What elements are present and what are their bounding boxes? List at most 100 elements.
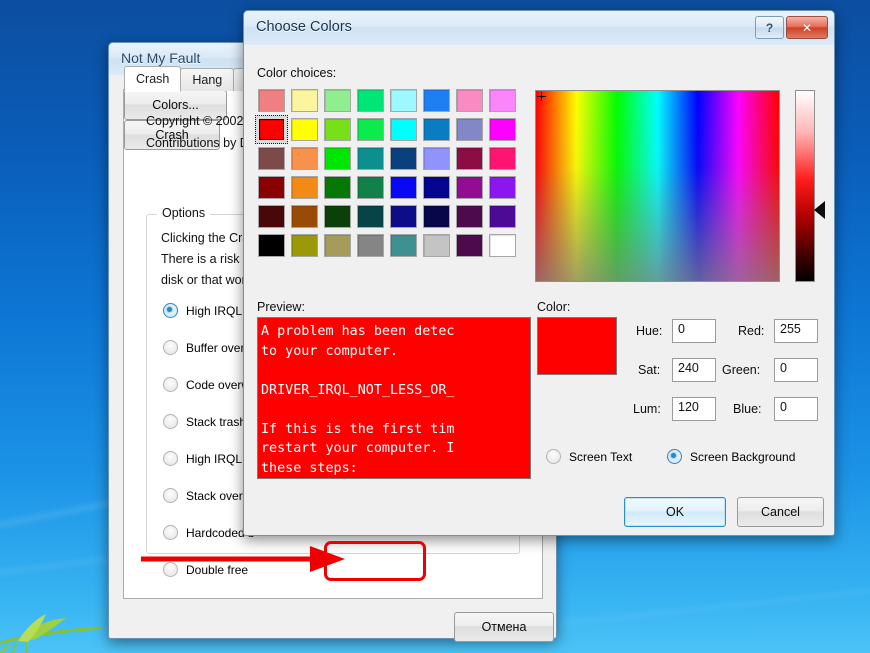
color-swatch[interactable] [420,86,453,115]
color-swatch[interactable] [486,231,519,260]
blue-input[interactable]: 0 [774,397,818,421]
color-swatch[interactable] [453,86,486,115]
radio-indicator[interactable] [163,414,178,429]
radio-indicator[interactable] [546,449,561,464]
color-swatch[interactable] [354,144,387,173]
radio-indicator[interactable] [667,449,682,464]
color-swatch[interactable] [387,144,420,173]
lum-input[interactable]: 120 [672,397,716,421]
color-swatch[interactable] [321,86,354,115]
color-swatch[interactable] [321,115,354,144]
luminance-slider[interactable] [795,90,815,282]
cancel-button-otmena[interactable]: Отмена [454,612,554,642]
color-swatch-fill [390,89,417,112]
color-swatch[interactable] [321,173,354,202]
color-swatch[interactable] [255,144,288,173]
color-swatch[interactable] [486,115,519,144]
option-stack-trash[interactable]: Stack trash [163,414,246,429]
color-swatch[interactable] [420,144,453,173]
tab-crash[interactable]: Crash [124,66,182,92]
color-swatch-fill [489,118,516,141]
color-swatch-fill [259,119,284,140]
color-swatch[interactable] [288,202,321,231]
color-swatch[interactable] [321,231,354,260]
color-swatch-fill [324,89,351,112]
color-swatch[interactable] [288,86,321,115]
color-swatch[interactable] [453,231,486,260]
color-swatch[interactable] [255,231,288,260]
color-swatch[interactable] [420,231,453,260]
color-swatch[interactable] [453,144,486,173]
color-swatch[interactable] [387,86,420,115]
lum-label: Lum: [633,402,661,416]
color-swatch[interactable] [354,173,387,202]
luminance-slider-marker[interactable] [814,201,825,219]
color-swatch[interactable] [255,202,288,231]
color-swatch[interactable] [387,231,420,260]
option-hardcoded-breakpoint[interactable]: Hardcoded b [163,525,255,540]
option-double-free[interactable]: Double free [163,562,248,577]
color-swatch[interactable] [420,115,453,144]
radio-indicator[interactable] [163,340,178,355]
radio-indicator[interactable] [163,562,178,577]
ok-button[interactable]: OK [624,497,726,527]
option-code-overwrite[interactable]: Code overwr [163,377,254,392]
hue-input[interactable]: 0 [672,319,716,343]
color-swatch[interactable] [255,173,288,202]
color-swatch[interactable] [288,115,321,144]
radio-indicator[interactable] [163,525,178,540]
dialog-titlebar[interactable]: Choose Colors ? ✕ [244,11,834,45]
color-swatch-fill [423,234,450,257]
color-swatch-fill [357,147,384,170]
close-icon[interactable]: ✕ [786,16,828,39]
color-swatch[interactable] [288,144,321,173]
color-swatch[interactable] [387,115,420,144]
color-swatch[interactable] [486,144,519,173]
color-swatch-grid[interactable] [255,86,519,260]
color-swatch[interactable] [288,231,321,260]
radio-indicator[interactable] [163,303,178,318]
radio-indicator[interactable] [163,451,178,466]
help-icon[interactable]: ? [755,16,784,39]
green-input[interactable]: 0 [774,358,818,382]
color-swatch[interactable] [387,202,420,231]
dialog-cancel-button[interactable]: Cancel [737,497,824,527]
preview-box: A problem has been detec to your compute… [257,317,531,479]
tab-hang[interactable]: Hang [180,68,235,91]
radio-indicator[interactable] [163,488,178,503]
color-swatch[interactable] [255,86,288,115]
color-swatch[interactable] [387,173,420,202]
radio-screen-text[interactable]: Screen Text [546,449,632,464]
annotation-highlight-ring [324,541,426,581]
option-buffer-overflow[interactable]: Buffer overfl [163,340,250,355]
hue-saturation-spectrum[interactable] [535,90,780,282]
color-swatch[interactable] [453,115,486,144]
sat-input[interactable]: 240 [672,358,716,382]
color-swatch[interactable] [288,173,321,202]
radio-screen-background[interactable]: Screen Background [667,449,795,464]
blue-label: Blue: [733,402,762,416]
option-high-irql-fault-kernel[interactable]: High IRQL fa [163,303,255,318]
color-swatch[interactable] [354,115,387,144]
choose-colors-dialog[interactable]: Choose Colors ? ✕ Color choices: Preview… [243,10,835,536]
color-swatch[interactable] [420,173,453,202]
color-swatch[interactable] [453,173,486,202]
color-swatch[interactable] [255,115,288,144]
red-input[interactable]: 255 [774,319,818,343]
radio-indicator[interactable] [163,377,178,392]
color-swatch[interactable] [453,202,486,231]
red-label: Red: [738,324,765,338]
color-swatch[interactable] [354,202,387,231]
color-swatch[interactable] [354,231,387,260]
color-choices-label: Color choices: [257,66,337,80]
color-swatch[interactable] [486,202,519,231]
color-swatch[interactable] [354,86,387,115]
color-swatch[interactable] [486,86,519,115]
color-swatch[interactable] [420,202,453,231]
color-swatch[interactable] [321,144,354,173]
option-high-irql-fault-user[interactable]: High IRQL fa [163,451,255,466]
option-stack-overflow[interactable]: Stack overflo [163,488,255,503]
color-swatch[interactable] [321,202,354,231]
color-swatch[interactable] [486,173,519,202]
options-desc-line-2: There is a risk t [161,252,247,266]
